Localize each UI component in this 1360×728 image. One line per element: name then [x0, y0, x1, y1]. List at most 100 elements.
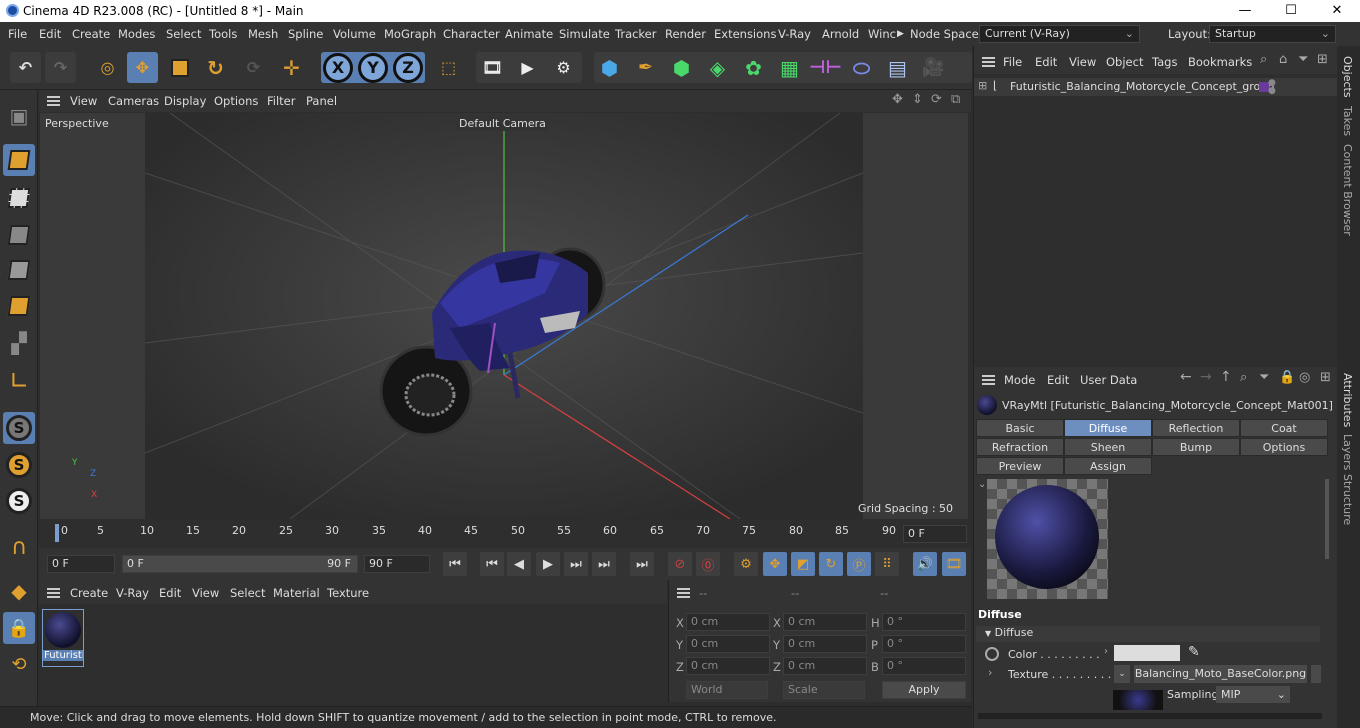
floor-environment-icon[interactable]: ▤ [882, 52, 913, 83]
go-to-end-icon[interactable]: ⏭ [630, 552, 654, 576]
hamburger-menu-icon[interactable] [677, 588, 690, 598]
previous-key-icon[interactable]: ⏮ [480, 552, 504, 576]
cube-primitive-icon[interactable]: ⬢ [594, 52, 625, 83]
menu-overflow-arrow-icon[interactable]: ▶ [897, 29, 904, 39]
viewport-menu-display[interactable]: Display [164, 94, 206, 108]
minimize-button[interactable]: — [1222, 0, 1268, 22]
z-axis-lock-button[interactable]: Z [393, 52, 423, 83]
viewport-move-icon[interactable]: ✥ [892, 92, 903, 107]
expand-arrow-icon[interactable]: › [1104, 646, 1108, 657]
sound-icon[interactable]: 🔊 [913, 552, 937, 576]
key-position-icon[interactable]: ✥ [763, 552, 787, 576]
viewport-menu-options[interactable]: Options [214, 94, 258, 108]
material-menu-view[interactable]: View [192, 586, 219, 600]
tab-sheen[interactable]: Sheen [1064, 438, 1152, 456]
material-menu-vray[interactable]: V-Ray [116, 586, 149, 600]
viewport-zoom-icon[interactable]: ⇕ [912, 92, 923, 107]
search-icon[interactable]: ⌕ [1260, 52, 1267, 67]
texture-dropdown-arrow-icon[interactable]: ⌄ [1114, 665, 1130, 683]
menu-extensions[interactable]: Extensions [714, 27, 776, 41]
menu-mesh[interactable]: Mesh [248, 27, 278, 41]
rotate-tool-icon[interactable]: ↻ [200, 52, 231, 83]
objects-menu-bookmarks[interactable]: Bookmarks [1188, 55, 1252, 69]
menu-animate[interactable]: Animate [505, 27, 553, 41]
tab-structure[interactable]: Structure [1341, 474, 1354, 525]
tab-basic[interactable]: Basic [976, 419, 1064, 437]
texture-options-button[interactable] [1311, 665, 1321, 683]
material-menu-edit[interactable]: Edit [159, 586, 181, 600]
texture-file-button[interactable]: Balancing_Moto_BaseColor.png [1134, 665, 1307, 683]
current-frame-field[interactable]: 0 F [903, 525, 967, 543]
uv-mode-icon[interactable]: ▞ [3, 327, 35, 359]
menu-volume[interactable]: Volume [333, 27, 376, 41]
home-icon[interactable]: ⌂ [1279, 52, 1287, 67]
viewport-camera-name[interactable]: Default Camera [456, 116, 549, 131]
redo-icon[interactable]: ↷ [45, 52, 76, 83]
search-icon[interactable]: ⌕ [1240, 370, 1247, 385]
visibility-dots-icon[interactable]: ● ● [1268, 79, 1276, 96]
move-tool-icon[interactable]: ✥ [127, 52, 158, 83]
tab-preview-settings[interactable]: Preview Settings [976, 457, 1064, 491]
size-z-field[interactable]: 0 cm [783, 657, 867, 675]
tab-layers[interactable]: Layers [1341, 434, 1354, 470]
objects-menu-edit[interactable]: Edit [1035, 55, 1057, 69]
position-x-field[interactable]: 0 cm [686, 613, 770, 631]
material-menu-create[interactable]: Create [70, 586, 108, 600]
objects-menu-tags[interactable]: Tags [1152, 55, 1177, 69]
axis-mode-icon[interactable]: ∟ [3, 365, 35, 397]
menu-character[interactable]: Character [443, 27, 500, 41]
horizontal-scrollbar[interactable] [978, 713, 1322, 719]
filter-icon[interactable]: ⏷ [1259, 370, 1269, 385]
collapse-preview-icon[interactable]: ⌄ [978, 479, 986, 490]
objects-menu-file[interactable]: File [1003, 55, 1022, 69]
material-menu-material[interactable]: Material [273, 586, 320, 600]
tab-reflection[interactable]: Reflection [1152, 419, 1240, 437]
magnet-icon[interactable]: ∩ [3, 531, 35, 563]
menu-spline[interactable]: Spline [288, 27, 323, 41]
attributes-menu-user-data[interactable]: User Data [1080, 373, 1137, 387]
material-menu-texture[interactable]: Texture [327, 586, 369, 600]
play-icon[interactable]: ▶ [536, 552, 560, 576]
tab-content-browser[interactable]: Content Browser [1341, 144, 1354, 236]
undo-icon[interactable]: ↶ [10, 52, 41, 83]
tab-bump[interactable]: Bump [1152, 438, 1240, 456]
size-y-field[interactable]: 0 cm [783, 635, 867, 653]
workplane-icon[interactable]: ◆ [3, 575, 35, 607]
menu-tools[interactable]: Tools [209, 27, 237, 41]
viewport-menu-cameras[interactable]: Cameras [108, 94, 159, 108]
color-swatch[interactable] [1114, 645, 1180, 661]
planar-workplane-icon[interactable]: ⟲ [3, 648, 35, 680]
texture-mode-icon[interactable] [3, 182, 35, 214]
layout-dropdown[interactable]: Startup ⌄ [1209, 25, 1336, 43]
attributes-menu-mode[interactable]: Mode [1004, 373, 1035, 387]
expand-icon[interactable]: ⊞ [978, 79, 987, 92]
start-frame-field[interactable]: 0 F [47, 555, 115, 573]
filter-icon[interactable]: ⏷ [1298, 52, 1308, 67]
viewport-layout-icon[interactable]: ⧉ [951, 92, 960, 107]
menu-edit[interactable]: Edit [39, 27, 61, 41]
tab-takes[interactable]: Takes [1341, 106, 1354, 136]
attributes-menu-edit[interactable]: Edit [1047, 373, 1069, 387]
new-panel-icon[interactable]: ⊞ [1317, 52, 1328, 67]
record-disabled-icon[interactable]: ⊘ [668, 552, 692, 576]
coordinate-system-icon[interactable]: ✛ [276, 52, 307, 83]
key-point-level-icon[interactable]: ⠿ [875, 552, 899, 576]
tab-attributes[interactable]: Attributes [1341, 373, 1354, 427]
material-menu-select[interactable]: Select [230, 586, 265, 600]
key-scale-icon[interactable]: ◩ [791, 552, 815, 576]
up-arrow-icon[interactable]: ↑ [1220, 369, 1232, 385]
point-mode-icon[interactable] [3, 219, 35, 251]
tab-objects[interactable]: Objects [1341, 56, 1354, 98]
key-parameter-icon[interactable]: Ⓟ [847, 552, 871, 576]
menu-select[interactable]: Select [166, 27, 201, 41]
scale-tool-icon[interactable] [164, 52, 195, 83]
hamburger-menu-icon[interactable] [47, 96, 60, 106]
key-rotation-icon[interactable]: ↻ [819, 552, 843, 576]
snap-icon[interactable]: S [3, 412, 35, 444]
object-name[interactable]: Futuristic_Balancing_Motorcycle_Concept_… [1010, 80, 1274, 93]
material-swatch[interactable]: Futuristic [42, 609, 84, 667]
x-axis-lock-button[interactable]: X [323, 52, 353, 83]
render-picture-viewer-icon[interactable]: ▶ [512, 52, 543, 83]
field-icon[interactable]: ⬭ [846, 52, 877, 83]
tab-refraction[interactable]: Refraction [976, 438, 1064, 456]
